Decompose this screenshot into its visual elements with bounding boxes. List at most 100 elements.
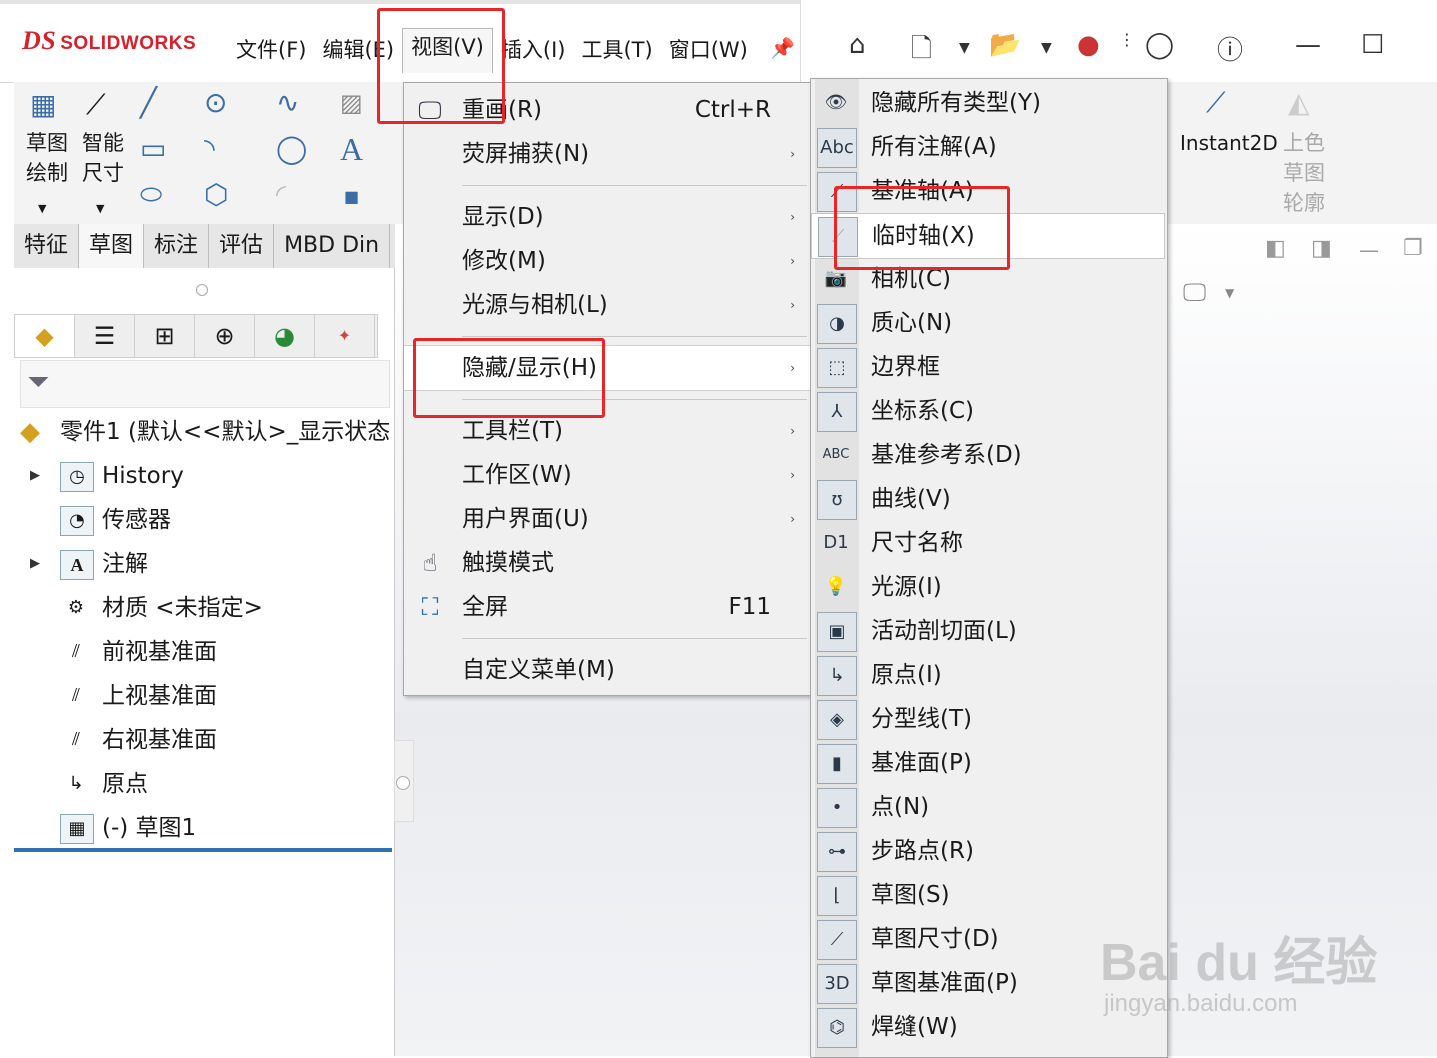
shaded-sketch-icon[interactable]: ◭: [1288, 88, 1310, 118]
smart-dimension-button[interactable]: 智能 尺寸: [78, 128, 128, 188]
menu-item-workspace[interactable]: 工作区(W) ›: [404, 453, 811, 497]
chevron-down-icon[interactable]: ▼: [38, 194, 46, 224]
center-of-mass-icon: ◑: [817, 304, 857, 344]
tree-item-label: 原点: [102, 771, 148, 797]
weld-icon: ⌬: [817, 1008, 857, 1048]
menu-window[interactable]: 窗口(W): [661, 34, 756, 73]
submenu-item-center-of-mass[interactable]: ◑ 质心(N): [811, 301, 1167, 345]
menu-item-lights-cameras[interactable]: 光源与相机(L) ›: [404, 283, 811, 327]
menu-item-touch-mode[interactable]: ☝ 触摸模式: [404, 541, 811, 585]
pin-icon[interactable]: 📌: [770, 36, 795, 60]
more-options-icon[interactable]: ⋮: [1119, 30, 1135, 49]
arc-icon[interactable]: ◝: [204, 134, 215, 164]
user-account-icon[interactable]: ◯: [1145, 30, 1174, 60]
rectangle-icon[interactable]: ▭: [140, 134, 166, 164]
menu-item-full-screen[interactable]: ⛶ 全屏 F11: [404, 585, 811, 629]
menu-file[interactable]: 文件(F): [228, 34, 314, 73]
tab-markup[interactable]: 标注: [144, 224, 210, 268]
chevron-down-icon[interactable]: ▼: [1225, 286, 1234, 300]
sketch-icon: ▦: [60, 814, 94, 844]
submenu-item-lights[interactable]: 💡 光源(I): [811, 565, 1167, 609]
menu-item-user-interface[interactable]: 用户界面(U) ›: [404, 497, 811, 541]
display-monitor-icon[interactable]: 🖵: [1183, 278, 1206, 306]
dimxpert-manager-icon[interactable]: ⊕: [195, 315, 255, 357]
submenu-item-dimension-names[interactable]: D1 尺寸名称: [811, 521, 1167, 565]
spline-icon[interactable]: ∿: [276, 88, 299, 118]
submenu-item-live-section-planes[interactable]: ▣ 活动剖切面(L): [811, 609, 1167, 653]
text-icon[interactable]: A: [340, 133, 363, 165]
expand-arrow-icon[interactable]: ▶: [30, 454, 40, 498]
configuration-manager-icon[interactable]: ⊞: [135, 315, 195, 357]
submenu-item-curves[interactable]: ʊ 曲线(V): [811, 477, 1167, 521]
plane-icon: ⫽: [71, 641, 81, 662]
tab-evaluate[interactable]: 评估: [209, 224, 275, 268]
smart-dimension-icon[interactable]: ⟋: [86, 90, 106, 120]
menu-item-label: 用户界面(U): [462, 506, 589, 532]
minimize-view-icon[interactable]: —: [1359, 238, 1379, 262]
maximize-icon[interactable]: ☐: [1361, 30, 1384, 60]
chevron-down-icon[interactable]: ▼: [959, 40, 970, 56]
submenu-item-hide-all-types[interactable]: 👁 隐藏所有类型(Y): [811, 81, 1167, 125]
feature-manager-tree-icon[interactable]: ◆: [15, 315, 75, 357]
point-icon: •: [817, 788, 857, 828]
tab-sketch[interactable]: 草图: [79, 224, 145, 268]
minimize-icon[interactable]: —: [1295, 30, 1321, 60]
menu-item-modify[interactable]: 修改(M) ›: [404, 239, 811, 283]
submenu-item-coordinate-systems[interactable]: ⅄ 坐标系(C): [811, 389, 1167, 433]
menu-item-customize-menu[interactable]: 自定义菜单(M): [404, 648, 811, 692]
ellipse-icon[interactable]: ◯: [276, 134, 307, 164]
instant2d-icon[interactable]: ⟋: [1206, 88, 1226, 118]
filter-icon[interactable]: ⏷: [27, 365, 49, 399]
submenu-item-all-annotations[interactable]: Abc 所有注解(A): [811, 125, 1167, 169]
fillet-icon[interactable]: ◜: [276, 180, 286, 210]
cam-icon[interactable]: ✦: [315, 315, 375, 357]
submenu-item-label: 隐藏所有类型(Y): [871, 90, 1041, 116]
open-file-icon[interactable]: 📂: [989, 30, 1021, 60]
new-document-icon[interactable]: 🗋: [911, 30, 932, 74]
submenu-item-bounding-box[interactable]: ⬚ 边界框: [811, 345, 1167, 389]
submenu-item-parting-lines[interactable]: ◈ 分型线(T): [811, 697, 1167, 741]
tab-mbd-dimensions[interactable]: MBD Din: [274, 224, 391, 268]
tile-left-icon[interactable]: ◧: [1265, 236, 1286, 261]
submenu-item-route-points[interactable]: ⊶ 步路点(R): [811, 829, 1167, 873]
submenu-item-origins[interactable]: ↳ 原点(I): [811, 653, 1167, 697]
submenu-item-datum-reference-frames[interactable]: ABC 基准参考系(D): [811, 433, 1167, 477]
property-manager-icon[interactable]: ☰: [75, 315, 135, 357]
restore-view-icon[interactable]: ❐: [1403, 236, 1423, 261]
tile-right-icon[interactable]: ◨: [1311, 236, 1332, 261]
instant2d-button[interactable]: Instant2D: [1180, 128, 1278, 158]
panel-resize-handle[interactable]: [196, 284, 208, 296]
shaded-sketch-contours-button[interactable]: 上色 草图 轮廓: [1278, 128, 1330, 218]
submenu-item-label: 点(N): [871, 794, 930, 820]
sketch-grid-icon[interactable]: ▦: [30, 90, 56, 120]
submenu-item-label: 曲线(V): [871, 486, 951, 512]
submenu-item-points[interactable]: • 点(N): [811, 785, 1167, 829]
divider-handle[interactable]: [396, 776, 410, 790]
point-small-icon[interactable]: ■: [344, 182, 359, 212]
coordinate-system-icon: ⅄: [817, 392, 857, 432]
traffic-light-icon[interactable]: ●: [1077, 30, 1100, 60]
menu-item-screen-capture[interactable]: 荧屏捕获(N) ›: [404, 132, 811, 176]
submenu-item-sketches[interactable]: ⌊ 草图(S): [811, 873, 1167, 917]
help-icon[interactable]: ⓘ: [1217, 30, 1243, 67]
polygon-icon[interactable]: ⬡: [204, 180, 228, 210]
line-icon[interactable]: ╱: [140, 88, 157, 118]
sketch-button[interactable]: 草图 绘制: [22, 128, 72, 188]
route-point-icon: ⊶: [817, 832, 857, 872]
part-icon: ◆: [20, 417, 40, 447]
chevron-down-icon[interactable]: ▼: [1041, 40, 1052, 56]
tree-item-label: 注解: [102, 551, 148, 577]
slot-icon[interactable]: ⬭: [140, 180, 162, 210]
expand-arrow-icon[interactable]: ▶: [30, 542, 40, 586]
tab-features[interactable]: 特征: [14, 224, 80, 268]
tree-rollback-bar[interactable]: [14, 848, 392, 852]
home-icon[interactable]: ⌂: [849, 30, 866, 60]
plane-hatch-icon[interactable]: ▨: [340, 88, 363, 118]
menu-item-display[interactable]: 显示(D) ›: [404, 195, 811, 239]
submenu-item-label: 原点(I): [871, 662, 942, 688]
display-manager-icon[interactable]: ◕: [255, 315, 315, 357]
chevron-down-icon[interactable]: ▼: [96, 194, 104, 224]
circle-icon[interactable]: ⊙: [204, 88, 227, 118]
menu-tools[interactable]: 工具(T): [573, 34, 660, 73]
submenu-item-planes[interactable]: ▮ 基准面(P): [811, 741, 1167, 785]
